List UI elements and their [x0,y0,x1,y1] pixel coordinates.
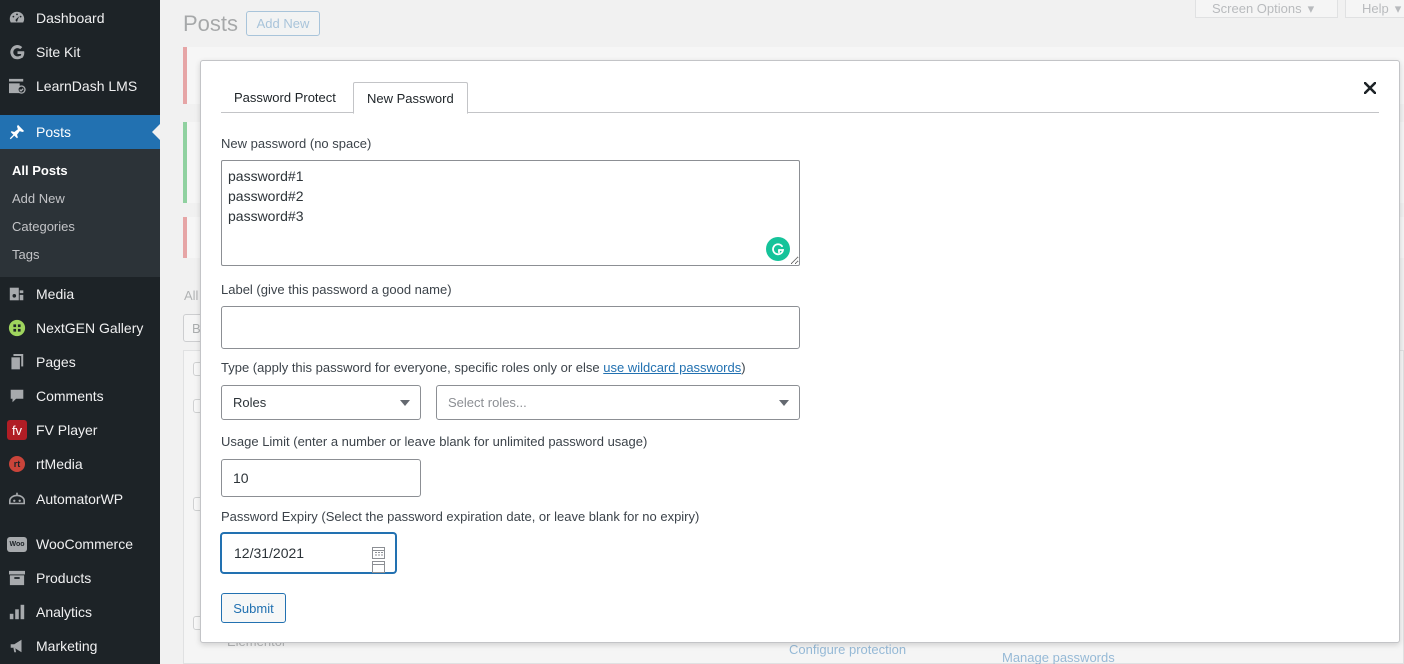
submenu-tags[interactable]: Tags [12,247,39,262]
chevron-down-icon [400,400,410,406]
sidebar-item-label: Analytics [36,604,93,620]
comment-icon [7,386,27,406]
admin-sidebar: Dashboard Site Kit LearnDash LMS Posts A… [0,0,160,664]
automator-icon [7,489,27,509]
sidebar-item-woocommerce[interactable]: Woo WooCommerce [0,527,160,561]
screen-options-tab[interactable]: Screen Options ▾ [1195,0,1338,18]
filter-links[interactable]: All [184,288,198,303]
type-select-value: Roles [233,395,267,410]
sidebar-item-posts[interactable]: Posts [0,115,160,149]
sidebar-item-marketing[interactable]: Marketing [0,629,160,663]
sidebar-item-rtmedia[interactable]: rt rtMedia [0,447,160,481]
password-modal: Password Protect New Password New passwo… [200,60,1400,643]
help-tab[interactable]: Help ▾ [1345,0,1404,18]
expiry-date-input[interactable]: 12/31/2021 [221,533,396,573]
label-field-label: Label (give this password a good name) [221,282,452,297]
bar-chart-icon [7,602,27,622]
sidebar-item-analytics[interactable]: Analytics [0,595,160,629]
dashboard-icon [7,8,27,28]
label-input[interactable] [221,306,800,349]
configure-protection-link[interactable]: Configure protection [789,642,906,657]
sidebar-item-automatorwp[interactable]: AutomatorWP [0,482,160,516]
sidebar-item-pages[interactable]: Pages [0,345,160,379]
expiry-label: Password Expiry (Select the password exp… [221,509,700,524]
manage-passwords-link[interactable]: Manage passwords [1002,650,1115,664]
google-g-icon [7,42,27,62]
help-label: Help [1362,1,1389,16]
screen-options-label: Screen Options [1212,1,1302,16]
sidebar-item-site-kit[interactable]: Site Kit [0,35,160,69]
roles-select[interactable]: Select roles... [436,385,800,420]
sidebar-item-label: Media [36,286,75,302]
pages-icon [7,352,27,372]
sidebar-item-label: Dashboard [36,10,105,26]
fv-icon: fv [7,420,27,440]
posts-submenu: All Posts Add New Categories Tags [0,149,160,277]
sidebar-item-nextgen[interactable]: NextGEN Gallery [0,311,160,345]
sidebar-item-label: Comments [36,388,104,404]
grammarly-icon[interactable] [766,237,790,261]
sidebar-item-label: WooCommerce [36,536,133,552]
sidebar-item-label: Marketing [36,638,98,654]
archive-icon [7,568,27,588]
expiry-date-value: 12/31/2021 [234,545,305,561]
sidebar-item-label: AutomatorWP [36,491,124,507]
submenu-all-posts[interactable]: All Posts [12,163,68,178]
tab-password-protect[interactable]: Password Protect [221,82,349,113]
type-label: Type (apply this password for everyone, … [221,360,746,375]
caret-down-icon: ▾ [1307,0,1315,16]
megaphone-icon [7,636,27,656]
passwords-textarea[interactable]: password#1 password#2 password#3 [221,160,800,266]
nextgen-icon [7,318,27,338]
woo-icon: Woo [7,534,27,554]
modal-tabs: Password Protect New Password [221,82,1379,114]
tab-new-password[interactable]: New Password [353,82,468,114]
new-password-label: New password (no space) [221,136,372,151]
sidebar-item-media[interactable]: Media [0,277,160,311]
calendar-icon [372,560,385,576]
wildcard-passwords-link[interactable]: use wildcard passwords [603,360,741,375]
page-title: Posts [183,11,239,36]
chevron-down-icon [779,400,789,406]
sidebar-item-label: rtMedia [36,456,83,472]
sidebar-item-dashboard[interactable]: Dashboard [0,1,160,35]
roles-placeholder: Select roles... [448,395,527,410]
submenu-categories[interactable]: Categories [12,219,75,234]
type-label-prefix: Type (apply this password for everyone, … [221,360,604,375]
sidebar-item-products[interactable]: Products [0,561,160,595]
sidebar-item-label: Site Kit [36,44,81,60]
sidebar-item-comments[interactable]: Comments [0,379,160,413]
sidebar-item-label: Posts [36,124,72,140]
sidebar-item-label: NextGEN Gallery [36,320,144,336]
usage-limit-input[interactable] [221,459,421,497]
rt-icon: rt [7,454,27,474]
sidebar-item-label: FV Player [36,422,98,438]
sidebar-item-label: Pages [36,354,76,370]
sidebar-item-label: Products [36,570,92,586]
submit-button[interactable]: Submit [221,593,286,623]
media-icon [7,284,27,304]
submenu-add-new[interactable]: Add New [12,191,65,206]
type-label-suffix: ) [741,360,746,375]
sidebar-item-learndash[interactable]: LearnDash LMS [0,69,160,103]
type-select[interactable]: Roles [221,385,421,420]
sidebar-item-fv-player[interactable]: fv FV Player [0,413,160,447]
caret-down-icon: ▾ [1394,0,1402,16]
add-new-post-button[interactable]: Add New [246,11,320,36]
sidebar-item-label: LearnDash LMS [36,78,138,94]
pushpin-icon [7,122,27,142]
learndash-icon [7,76,27,96]
usage-limit-label: Usage Limit (enter a number or leave bla… [221,434,648,449]
